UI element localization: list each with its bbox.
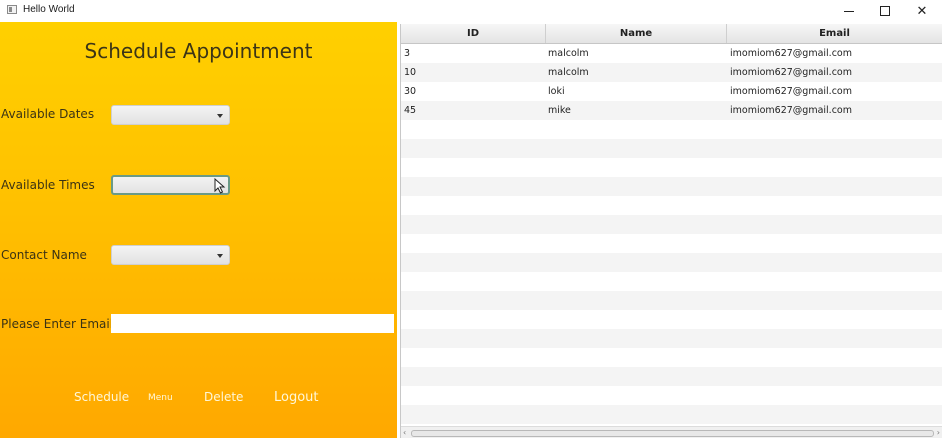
minimize-button[interactable] [831,0,867,22]
form-heading: Schedule Appointment [84,39,313,63]
empty-table-row[interactable] [401,177,942,196]
minimize-icon [844,10,854,12]
empty-table-row[interactable] [401,234,942,253]
logout-button[interactable]: Logout [274,390,319,405]
cell-email: imomiom627@gmail.com [730,48,852,59]
table-body: 3 malcolm imomiom627@gmail.com 10 malcolm imo… [401,44,942,424]
cell-email: imomiom627@gmail.com [730,67,852,78]
app-window: Hello World ✕ Schedule Appointment Avail… [0,0,942,438]
chevron-down-icon [217,254,223,258]
menu-button[interactable]: Menu [148,393,173,403]
mouse-pointer-icon [214,178,226,194]
available-times-select[interactable] [111,175,230,195]
scroll-right-icon[interactable]: › [937,428,940,437]
scrollbar-thumb[interactable] [411,430,934,437]
close-icon: ✕ [916,3,928,19]
horizontal-scrollbar[interactable]: ‹ › [401,426,942,438]
cell-name: malcolm [548,48,589,59]
empty-table-row[interactable] [401,215,942,234]
close-button[interactable]: ✕ [904,0,940,22]
table-row[interactable]: 3 malcolm imomiom627@gmail.com [401,44,942,63]
column-header-id[interactable]: ID [401,24,546,43]
table-row[interactable]: 30 loki imomiom627@gmail.com [401,82,942,101]
cell-id: 10 [404,67,417,78]
empty-table-row[interactable] [401,139,942,158]
contact-name-label: Contact Name [1,248,87,262]
empty-table-row[interactable] [401,348,942,367]
empty-table-row[interactable] [401,196,942,215]
available-times-label: Available Times [1,178,95,192]
empty-table-row[interactable] [401,253,942,272]
email-input[interactable] [111,314,394,333]
empty-table-row[interactable] [401,367,942,386]
cell-email: imomiom627@gmail.com [730,105,852,116]
contacts-table: ID Name Email 3 malcolm imomiom627@gmail.c… [400,24,942,438]
maximize-button[interactable] [867,0,903,22]
available-dates-select[interactable] [111,105,230,125]
cell-id: 3 [404,48,411,59]
email-label: Please Enter Email [1,317,114,331]
table-row[interactable]: 10 malcolm imomiom627@gmail.com [401,63,942,82]
empty-table-row[interactable] [401,329,942,348]
empty-table-row[interactable] [401,310,942,329]
available-dates-label: Available Dates [1,107,95,121]
table-header: ID Name Email [401,24,942,44]
empty-table-row[interactable] [401,291,942,310]
window-title: Hello World [23,4,75,15]
empty-table-row[interactable] [401,120,942,139]
app-window-icon [7,5,17,14]
table-row[interactable]: 45 mike imomiom627@gmail.com [401,101,942,120]
empty-table-row[interactable] [401,386,942,405]
cell-id: 45 [404,105,417,116]
scroll-left-icon[interactable]: ‹ [403,428,406,437]
cell-id: 30 [404,86,417,97]
maximize-icon [880,6,890,16]
title-bar: Hello World ✕ [0,0,942,22]
empty-table-row[interactable] [401,405,942,424]
chevron-down-icon [217,114,223,118]
column-header-name[interactable]: Name [546,24,727,43]
cell-name: malcolm [548,67,589,78]
delete-button[interactable]: Delete [204,390,243,404]
contact-name-select[interactable] [111,245,230,265]
cell-name: mike [548,105,571,116]
cell-name: loki [548,86,565,97]
appointment-form-panel: Schedule Appointment Available Dates Ava… [0,22,397,438]
empty-table-row[interactable] [401,158,942,177]
schedule-button[interactable]: Schedule [74,390,129,404]
cell-email: imomiom627@gmail.com [730,86,852,97]
column-header-email[interactable]: Email [727,24,942,43]
empty-table-row[interactable] [401,272,942,291]
